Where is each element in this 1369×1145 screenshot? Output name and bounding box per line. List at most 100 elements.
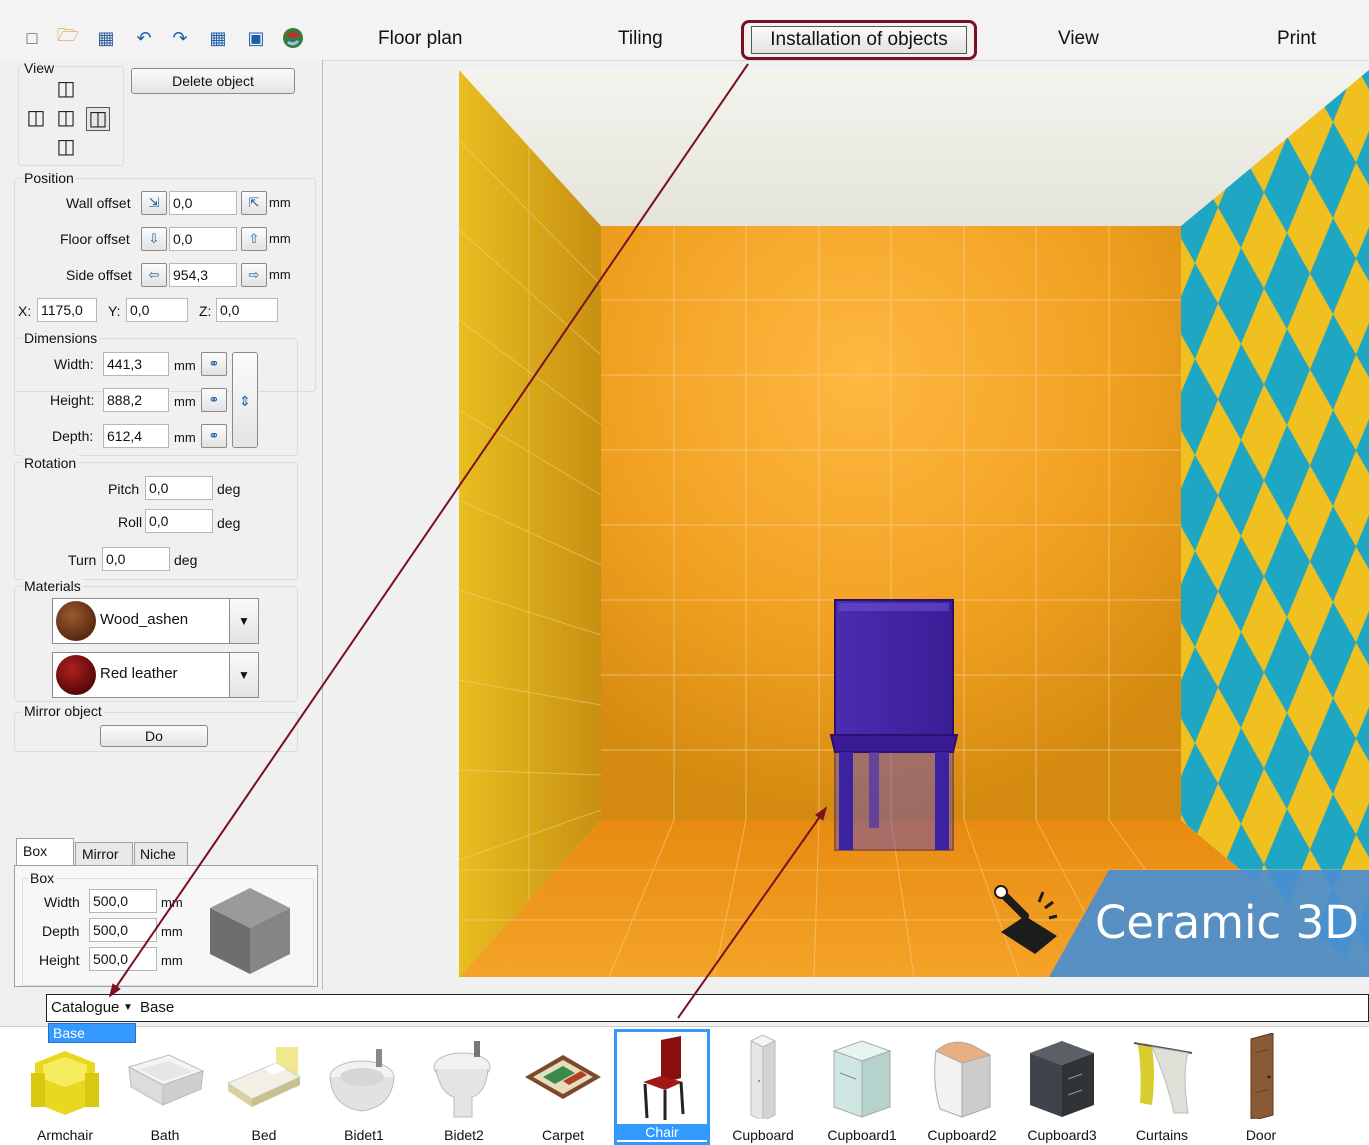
catalogue-item-cupboard2[interactable]: Cupboard2 (914, 1031, 1010, 1145)
catalogue-item-door[interactable]: Door (1213, 1031, 1309, 1145)
calculator-icon[interactable]: ▦ (206, 26, 230, 50)
material2-select[interactable]: Red leather ▼ (52, 652, 259, 698)
catalogue-item-chair[interactable]: Chair (614, 1029, 710, 1145)
door-icon (1250, 1033, 1274, 1119)
save-icon[interactable]: ▦ (94, 26, 118, 50)
width-unit: mm (174, 358, 196, 373)
floor-offset-label: Floor offset (60, 231, 130, 247)
object-width-field[interactable]: 441,3 (103, 352, 169, 376)
catalogue-dropdown-option-base[interactable]: Base (48, 1023, 136, 1043)
wood-swatch-icon (56, 601, 96, 641)
z-coordinate-field[interactable]: 0,0 (216, 298, 278, 322)
depth-link-icon[interactable]: ⚭ (201, 424, 227, 448)
turn-field[interactable]: 0,0 (102, 547, 170, 571)
tab-niche[interactable]: Niche (134, 842, 188, 866)
box-height-field[interactable]: 500,0 (89, 947, 157, 971)
chair-model[interactable] (829, 599, 959, 851)
height-link-icon[interactable]: ⚭ (201, 388, 227, 412)
view-top-icon[interactable]: ◫ (55, 78, 77, 100)
menu-tiling[interactable]: Tiling (618, 26, 663, 52)
catalogue-item-cupboard[interactable]: Cupboard (715, 1031, 811, 1145)
box-depth-unit: mm (161, 924, 183, 939)
3d-viewport[interactable]: Ceramic 3D (459, 70, 1369, 977)
material1-select[interactable]: Wood_ashen ▼ (52, 598, 259, 644)
undo-icon[interactable]: ↶ (132, 26, 156, 50)
menu-view[interactable]: View (1058, 26, 1099, 52)
side-offset-left-button[interactable]: ⇦ (141, 263, 167, 287)
wall-offset-increase-button[interactable]: ⇱ (241, 191, 267, 215)
object-properties-panel: View ◫ ◫ ◫ ◫ ◫ Delete object Position Wa… (0, 60, 323, 990)
bidet1-icon (329, 1049, 395, 1112)
side-offset-right-button[interactable]: ⇨ (241, 263, 267, 287)
menu-installation-of-objects[interactable]: Installation of objects (751, 26, 967, 54)
pitch-unit: deg (217, 481, 241, 497)
globe-icon[interactable] (281, 26, 305, 50)
pitch-field[interactable]: 0,0 (145, 476, 213, 500)
view-front-icon[interactable]: ◫ (55, 107, 77, 129)
menu-print[interactable]: Print (1277, 26, 1316, 52)
catalogue-item-label: Door (1245, 1127, 1277, 1143)
redo-icon[interactable]: ↷ (168, 26, 192, 50)
leather-swatch-icon (56, 655, 96, 695)
catalogue-item-curtains[interactable]: Curtains (1114, 1031, 1210, 1145)
catalogue-item-label: Chair (617, 1124, 707, 1140)
proportional-lock-button[interactable]: ⇕ (232, 352, 258, 448)
open-folder-icon[interactable]: 🗁 (56, 25, 80, 50)
x-coordinate-field[interactable]: 1175,0 (37, 298, 97, 322)
box-depth-field[interactable]: 500,0 (89, 918, 157, 942)
catalogue-item-cupboard1[interactable]: Cupboard1 (814, 1031, 910, 1145)
side-offset-field[interactable]: 954,3 (169, 263, 237, 287)
catalogue-item-armchair[interactable]: Armchair (17, 1031, 113, 1145)
position-group-label: Position (22, 170, 76, 186)
materials-group-label: Materials (22, 578, 83, 594)
delete-object-button[interactable]: Delete object (131, 68, 295, 94)
tab-box[interactable]: Box (16, 838, 74, 866)
box-width-field[interactable]: 500,0 (89, 889, 157, 913)
catalogue-item-bidet1[interactable]: Bidet1 (316, 1031, 412, 1145)
object-depth-field[interactable]: 612,4 (103, 424, 169, 448)
roll-field[interactable]: 0,0 (145, 509, 213, 533)
box-preview-icon (210, 888, 290, 974)
pitch-label: Pitch (108, 481, 140, 497)
catalogue-item-bed[interactable]: Bed (216, 1031, 312, 1145)
object-height-field[interactable]: 888,2 (103, 388, 169, 412)
catalogue-item-label: Curtains (1135, 1127, 1189, 1143)
height-label: Height: (50, 392, 95, 408)
catalogue-items-strip: Armchair Bath Bed Bidet1 Bidet2 Carpet C… (0, 1026, 1369, 1145)
catalogue-label[interactable]: Catalogue (51, 999, 119, 1016)
view-bottom-icon[interactable]: ◫ (55, 136, 77, 158)
curtains-icon (1133, 1042, 1193, 1114)
bath-icon (127, 1054, 205, 1106)
width-link-icon[interactable]: ⚭ (201, 352, 227, 376)
wall-offset-label: Wall offset (66, 195, 131, 211)
menu-installation-highlight: Installation of objects (741, 20, 977, 60)
tab-mirror[interactable]: Mirror (75, 842, 133, 866)
floor-offset-up-button[interactable]: ⇧ (241, 227, 267, 251)
view-right-icon[interactable]: ◫ (86, 107, 110, 131)
catalogue-item-label: Bidet2 (444, 1127, 484, 1143)
menu-floor-plan[interactable]: Floor plan (378, 26, 463, 52)
catalogue-item-bidet2[interactable]: Bidet2 (416, 1031, 512, 1145)
chevron-down-icon[interactable]: ▼ (229, 599, 258, 643)
chevron-down-icon[interactable]: ▼ (229, 653, 258, 697)
catalogue-item-cupboard3[interactable]: Cupboard3 (1014, 1031, 1110, 1145)
catalogue-item-label: Cupboard3 (1027, 1127, 1097, 1143)
catalogue-bar[interactable]: Catalogue ▼ Base (46, 994, 1369, 1022)
depth-unit: mm (174, 430, 196, 445)
turn-unit: deg (174, 552, 198, 568)
mirror-do-button[interactable]: Do (100, 725, 208, 747)
render-icon[interactable]: ▣ (244, 26, 268, 50)
new-file-icon[interactable]: □ (20, 26, 44, 50)
chevron-down-icon[interactable]: ▼ (123, 1002, 133, 1013)
catalogue-item-carpet[interactable]: Carpet (515, 1031, 611, 1145)
wall-offset-field[interactable]: 0,0 (169, 191, 237, 215)
y-coordinate-field[interactable]: 0,0 (126, 298, 188, 322)
floor-offset-field[interactable]: 0,0 (169, 227, 237, 251)
wall-offset-decrease-button[interactable]: ⇲ (141, 191, 167, 215)
view-left-icon[interactable]: ◫ (25, 107, 47, 129)
mirror-group-label: Mirror object (22, 703, 104, 719)
cupboard3-icon (1030, 1041, 1094, 1117)
floor-offset-down-button[interactable]: ⇩ (141, 227, 167, 251)
tab-mirror-label: Mirror (82, 846, 119, 862)
catalogue-item-bath[interactable]: Bath (117, 1031, 213, 1145)
